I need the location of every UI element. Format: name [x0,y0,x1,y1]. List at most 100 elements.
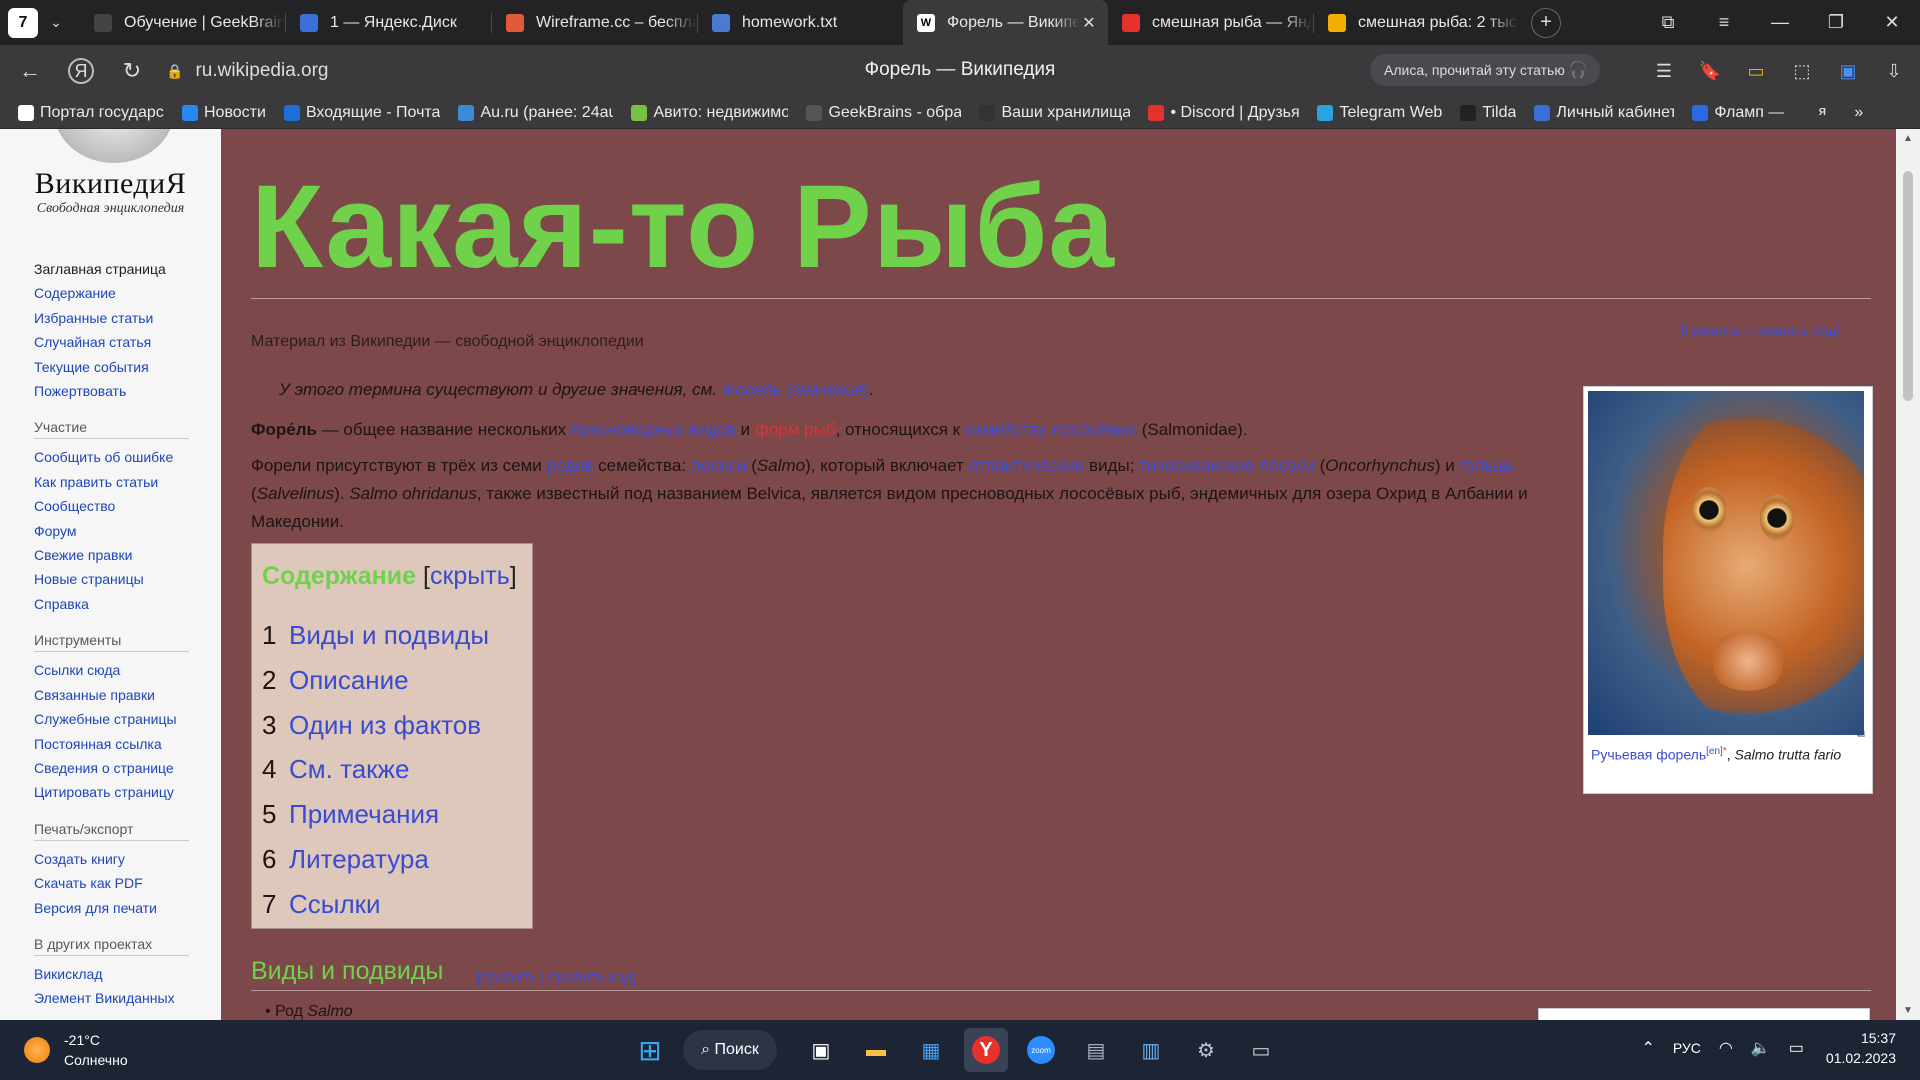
bookmark-item[interactable]: Личный кабинет [1534,104,1674,122]
file-explorer-icon[interactable]: ▬ [854,1028,898,1072]
tray-chevron-up-icon[interactable]: ⌃ [1641,1038,1654,1058]
sidebar-link[interactable]: Форум [34,519,189,543]
toc-link[interactable]: Примечания [289,799,439,829]
section-edit-code-link[interactable]: править код [549,969,633,986]
close-window-button[interactable]: ✕ [1864,0,1920,45]
language-indicator[interactable]: РУС [1673,1040,1701,1056]
weather-widget[interactable]: -21°C Солнечно [24,1030,128,1070]
sidebar-link[interactable]: Содержание [34,281,189,305]
chevron-down-icon[interactable]: ⌄ [42,8,70,38]
sidebar-link[interactable]: Цитировать страницу [34,780,189,804]
page-scrollbar[interactable]: ▲ ▼ [1896,129,1920,1020]
bullet-italic[interactable]: Salmo [307,1003,352,1020]
menu-icon[interactable]: ≡ [1696,0,1752,45]
bookmark-item[interactable]: • Discord | Друзья [1148,104,1299,122]
reload-button[interactable]: ↻ [112,51,152,91]
more-bookmarks-icon[interactable]: » [1854,104,1863,122]
scroll-thumb[interactable] [1903,171,1913,401]
tab-6[interactable]: смешная рыба — Яндекс [1108,0,1313,45]
tab-1[interactable]: Обучение | GeekBrains [80,0,285,45]
start-windows-icon[interactable]: ⊞ [628,1028,672,1072]
sidebar-link[interactable]: Сообщество [34,494,189,518]
yandex-bookmark[interactable]: Я [1814,105,1836,121]
wikipedia-globe-logo[interactable] [54,129,174,163]
toc-link[interactable]: Виды и подвиды [289,620,489,650]
toc-hide-link[interactable]: скрыть [430,562,510,590]
extensions-icon[interactable]: ⬚ [1786,55,1818,87]
toc-item[interactable]: 7 Ссылки [262,882,522,927]
tab-4[interactable]: homework.txt [698,0,903,45]
sidebar-link[interactable]: Версия для печати [34,896,189,920]
link-pacific-salmon[interactable]: тихоокеанские лососи [1139,456,1315,475]
link-char[interactable]: гольцы [1460,456,1516,475]
sidebar-link[interactable]: Свежие правки [34,543,189,567]
sidebar-link[interactable]: Заглавная страница [34,257,189,281]
tab-5[interactable]: W Форель — Википедия✕ [903,0,1108,45]
yandex-home-button[interactable]: Я [68,58,94,84]
terminal-icon[interactable]: ▭ [1239,1028,1283,1072]
caption-link[interactable]: Ручьевая форель [1591,747,1706,763]
toc-link[interactable]: Литература [289,844,429,874]
sidebar-link[interactable]: Как править статьи [34,470,189,494]
bookmark-item[interactable]: Ваши хранилища [979,104,1130,122]
bookmark-item[interactable]: Новости [182,104,266,122]
toc-item[interactable]: 6 Литература [262,837,522,882]
scroll-up-icon[interactable]: ▲ [1896,133,1920,144]
reader-mode-icon[interactable]: ☰ [1648,55,1680,87]
bookmark-item[interactable]: Входящие - Почта [283,104,440,122]
toc-link[interactable]: Описание [289,665,409,695]
sidebar-link[interactable]: Текущие события [34,355,189,379]
bookmark-item[interactable]: GeekBrains - образовательный [806,104,961,122]
bookmark-item[interactable]: Tilda [1460,104,1516,122]
toc-link[interactable]: См. также [289,754,409,784]
clock[interactable]: 15:37 01.02.2023 [1826,1028,1896,1068]
link-genera[interactable]: родов [547,456,594,475]
url-field[interactable]: 🔒 ru.wikipedia.org [166,56,329,86]
zoom-icon[interactable]: zoom [1019,1028,1063,1072]
settings-gear-icon[interactable]: ⚙ [1184,1028,1228,1072]
toc-item[interactable]: 4 См. также [262,747,522,792]
toc-item[interactable]: 3 Один из фактов [262,703,522,748]
tab-7[interactable]: смешная рыба: 2 тыс [1314,0,1519,45]
alice-read-button[interactable]: Алиса, прочитай эту статью 🎧 [1370,54,1600,86]
sidebar-link[interactable]: Случайная статья [34,330,189,354]
section-edit-link[interactable]: править [481,969,537,986]
back-button[interactable]: ← [10,51,50,91]
notepad-icon[interactable]: ▥ [1129,1028,1173,1072]
yandex-browser-icon[interactable]: Y [964,1028,1008,1072]
link-salmon[interactable]: лососи [691,456,747,475]
restore-button[interactable]: ❐ [1808,0,1864,45]
tab-2[interactable]: 1 — Яндекс.Диск [286,0,491,45]
taskbar-search[interactable]: ⌕ Поиск [683,1030,777,1070]
bookmark-icon[interactable]: 🔖 [1694,55,1726,87]
scroll-down-icon[interactable]: ▼ [1896,1005,1920,1016]
trout-image[interactable] [1588,391,1864,735]
sidebar-link[interactable]: Служебные страницы [34,707,189,731]
battery-saver-icon[interactable]: ▭ [1740,55,1772,87]
caption-en-link[interactable]: [en] [1706,746,1723,757]
new-tab-button[interactable]: + [1531,7,1561,38]
close-tab-icon[interactable]: ✕ [1080,13,1098,33]
bookmark-item[interactable]: Портал государственных [18,104,164,122]
calculator-icon[interactable]: ▤ [1074,1028,1118,1072]
edit-link[interactable]: править [1685,322,1741,339]
link-atlantic[interactable]: атлантические [969,456,1085,475]
sidebar-link[interactable]: Новые страницы [34,567,189,591]
sidebar-link[interactable]: Викисклад [34,962,189,986]
link-fish-forms[interactable]: форм рыб [755,420,836,439]
toc-link[interactable]: Один из фактов [289,710,481,740]
sidebar-link[interactable]: Скачать как PDF [34,871,189,895]
toc-item[interactable]: 2 Описание [262,658,522,703]
tab-3[interactable]: Wireframe.cc – бесплатный [492,0,697,45]
sidebar-link[interactable]: Пожертвовать [34,379,189,403]
minimize-button[interactable]: — [1752,0,1808,45]
sidebar-link[interactable]: Сообщить об ошибке [34,445,189,469]
sidebar-link[interactable]: Постоянная ссылка [34,732,189,756]
bookmark-item[interactable]: Telegram Web [1317,104,1442,122]
toc-item[interactable]: 1 Виды и подвиды [262,613,522,658]
sidebar-link[interactable]: Ссылки сюда [34,658,189,682]
link-salmonidae[interactable]: семейству лососёвых [965,420,1137,439]
edit-code-link[interactable]: править код [1753,322,1837,339]
battery-icon[interactable]: ▭ [1789,1038,1804,1058]
task-view-icon[interactable]: ▣ [799,1028,843,1072]
